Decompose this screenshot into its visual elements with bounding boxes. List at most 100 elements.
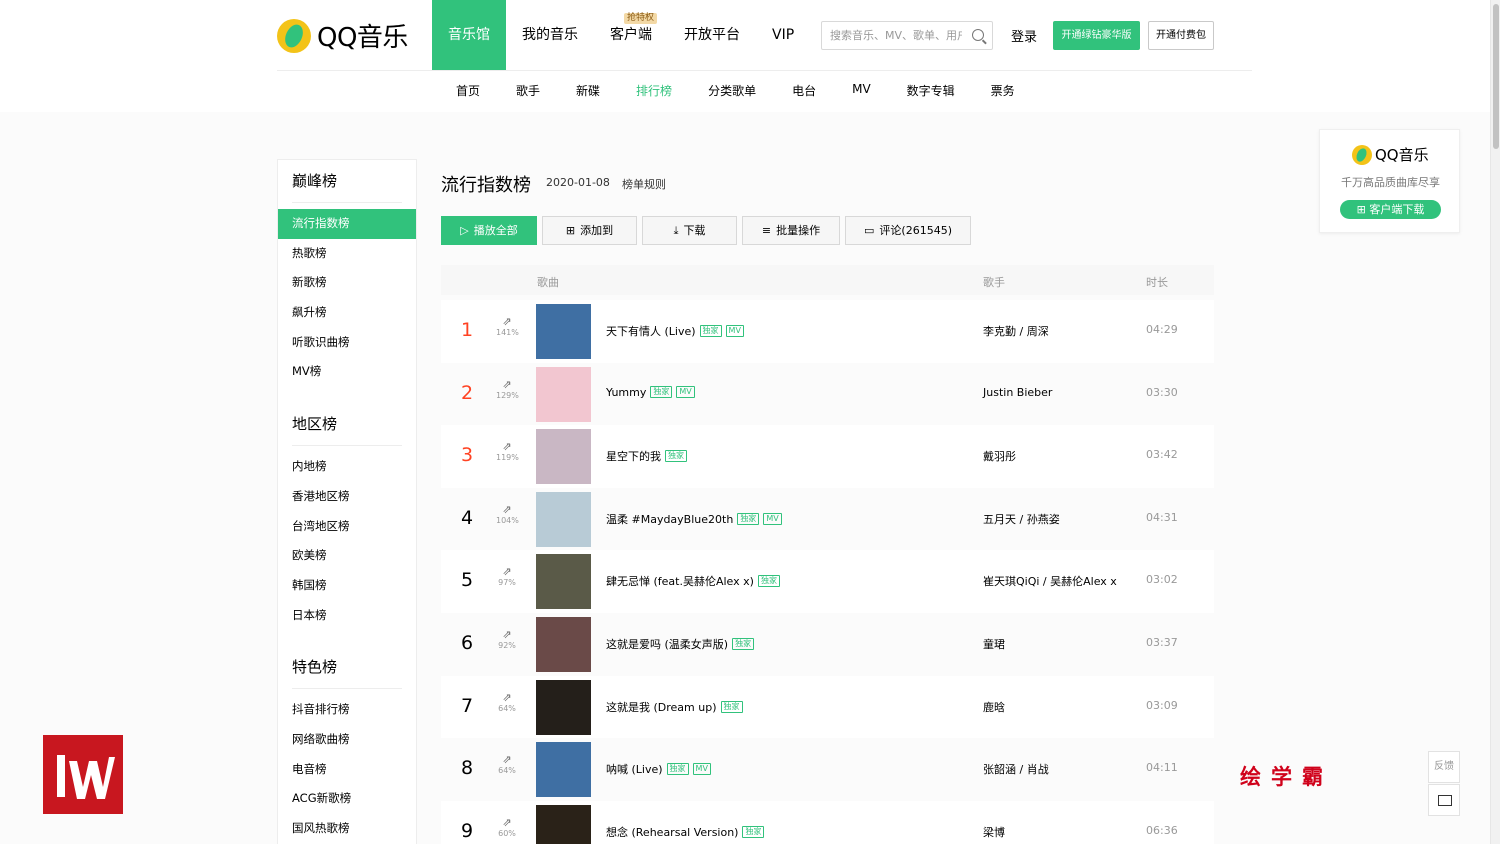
song-title[interactable]: Yummy (606, 386, 646, 399)
chart-rule-link[interactable]: 榜单规则 (622, 176, 666, 192)
song-title[interactable]: 这就是爱吗 (温柔女声版) (606, 636, 728, 652)
album-cover[interactable] (536, 742, 591, 798)
sidebar-item[interactable]: 网络歌曲榜 (278, 725, 416, 755)
song-singer[interactable]: 李克勤 / 周深 (983, 323, 1049, 339)
trend-up-icon: ⇗ (502, 690, 512, 704)
comment-button[interactable]: ▭ 评论(261545) (845, 216, 971, 245)
album-cover[interactable] (536, 366, 591, 422)
login-link[interactable]: 登录 (1011, 26, 1037, 45)
pay-button[interactable]: 开通付费包 (1148, 21, 1214, 50)
song-row[interactable]: 9 ⇗ 60% 想念 (Rehearsal Version) 独家 梁博 06:3… (441, 800, 1214, 844)
sidebar-item[interactable]: 韩国榜 (278, 571, 416, 601)
nav-my-music[interactable]: 我的音乐 (506, 0, 594, 70)
song-singer[interactable]: Justin Bieber (983, 386, 1052, 399)
sidebar-item[interactable]: 电音榜 (278, 755, 416, 785)
subnav-radio[interactable]: 电台 (774, 82, 834, 99)
song-title[interactable]: 天下有情人 (Live) (606, 323, 696, 339)
song-row[interactable]: 6 ⇗ 92% 这就是爱吗 (温柔女声版) 独家 童珺 03:37 (441, 612, 1214, 676)
sidebar-item[interactable]: 抖音排行榜 (278, 695, 416, 725)
song-row[interactable]: 2 ⇗ 129% Yummy 独家 MV Justin Bieber 03:30 (441, 362, 1214, 426)
download-button[interactable]: ⤓ 下载 (642, 216, 737, 245)
song-title[interactable]: 肆无忌惮 (feat.吴赫伦Alex x) (606, 573, 754, 589)
vip-button[interactable]: 开通绿钻豪华版 (1053, 21, 1140, 50)
song-row[interactable]: 7 ⇗ 64% 这就是我 (Dream up) 独家 鹿晗 03:09 (441, 675, 1214, 739)
subnav-tickets[interactable]: 票务 (973, 82, 1033, 99)
song-title[interactable]: 温柔 #MaydayBlue20th (606, 511, 733, 527)
album-cover[interactable] (536, 491, 591, 547)
nav-music-hall[interactable]: 音乐馆 (432, 0, 506, 70)
subnav-singer[interactable]: 歌手 (498, 82, 558, 99)
subnav-playlists[interactable]: 分类歌单 (690, 82, 774, 99)
scrollbar-thumb[interactable] (1493, 4, 1499, 149)
sidebar-group-title: 地区榜 (292, 415, 338, 434)
song-tag: 独家 (742, 825, 765, 838)
sidebar-item[interactable]: 台湾地区榜 (278, 512, 416, 542)
song-singer[interactable]: 鹿晗 (983, 699, 1005, 715)
client-download-label: 客户端下载 (1369, 203, 1425, 216)
sidebar-item[interactable]: 新歌榜 (278, 268, 416, 298)
song-singer[interactable]: 童珺 (983, 636, 1005, 652)
search-icon[interactable] (972, 29, 984, 41)
song-title[interactable]: 这就是我 (Dream up) (606, 699, 717, 715)
column-singer: 歌手 (983, 276, 1005, 289)
album-cover[interactable] (536, 429, 591, 485)
add-to-button[interactable]: ⊞ 添加到 (542, 216, 637, 245)
comment-label: 评论(261545) (879, 224, 952, 237)
song-row[interactable]: 5 ⇗ 97% 肆无忌惮 (feat.吴赫伦Alex x) 独家 崔天琪QiQi … (441, 550, 1214, 613)
ad-logo-text: QQ音乐 (1375, 146, 1429, 164)
song-duration: 03:42 (1146, 448, 1178, 462)
album-cover[interactable] (536, 616, 591, 672)
sidebar-item[interactable]: ACG新歌榜 (278, 784, 416, 814)
sidebar-item[interactable]: 内地榜 (278, 452, 416, 482)
song-title-cell: 这就是我 (Dream up) 独家 (606, 699, 743, 715)
page-scrollbar[interactable] (1490, 0, 1500, 844)
subnav-mv[interactable]: MV (834, 82, 889, 99)
subnav-home[interactable]: 首页 (438, 82, 498, 99)
qq-music-logo[interactable]: QQ音乐 (277, 17, 408, 54)
album-cover[interactable] (536, 304, 591, 359)
sidebar-item[interactable]: 欧美榜 (278, 541, 416, 571)
sidebar-item[interactable]: 飙升榜 (278, 298, 416, 328)
rank-number: 2 (460, 381, 474, 404)
subnav-new-album[interactable]: 新碟 (558, 82, 618, 99)
subnav-charts[interactable]: 排行榜 (618, 82, 690, 99)
song-title[interactable]: 呐喊 (Live) (606, 761, 663, 777)
song-singer[interactable]: 戴羽彤 (983, 448, 1016, 464)
screen-icon[interactable] (1428, 784, 1460, 816)
album-cover[interactable] (536, 554, 591, 610)
feedback-button[interactable]: 反馈 (1428, 751, 1460, 783)
song-row[interactable]: 4 ⇗ 104% 温柔 #MaydayBlue20th 独家 MV 五月天 / 孙燕… (441, 487, 1214, 551)
nav-client[interactable]: 客户端 抢特权 (594, 0, 668, 70)
subnav-digital-album[interactable]: 数字专辑 (889, 82, 973, 99)
batch-label: 批量操作 (776, 224, 821, 237)
sidebar-item[interactable]: 香港地区榜 (278, 482, 416, 512)
nav-open-platform[interactable]: 开放平台 (668, 0, 756, 70)
sidebar-item[interactable]: MV榜 (278, 357, 416, 387)
sidebar-item[interactable]: 听歌识曲榜 (278, 328, 416, 358)
rank-trend: ⇗ 141% (496, 316, 519, 338)
play-all-button[interactable]: ▷ 播放全部 (441, 216, 537, 245)
download-label: 下载 (683, 224, 706, 237)
client-download-button[interactable]: ⊞ 客户端下载 (1340, 200, 1441, 219)
sidebar-item[interactable]: 日本榜 (278, 601, 416, 631)
song-singer[interactable]: 五月天 / 孙燕姿 (983, 511, 1060, 527)
song-singer[interactable]: 崔天琪QiQi / 吴赫伦Alex x (983, 573, 1117, 589)
song-singer[interactable]: 张韶涵 / 肖战 (983, 761, 1049, 777)
sidebar-item[interactable]: 国风热歌榜 (278, 814, 416, 844)
song-row[interactable]: 3 ⇗ 119% 星空下的我 独家 戴羽彤 03:42 (441, 425, 1214, 488)
song-singer[interactable]: 梁博 (983, 824, 1005, 840)
rank-number: 9 (460, 819, 474, 842)
song-title[interactable]: 星空下的我 (606, 448, 661, 464)
batch-button[interactable]: ≡ 批量操作 (742, 216, 840, 245)
album-cover[interactable] (536, 679, 591, 735)
song-row[interactable]: 1 ⇗ 141% 天下有情人 (Live) 独家 MV 李克勤 / 周深 04:29 (441, 300, 1214, 363)
nav-vip[interactable]: VIP (756, 0, 810, 70)
song-title[interactable]: 想念 (Rehearsal Version) (606, 824, 738, 840)
song-duration: 03:02 (1146, 573, 1178, 587)
album-cover[interactable] (536, 804, 591, 844)
sidebar-item[interactable]: 流行指数榜 (278, 209, 416, 239)
song-row[interactable]: 8 ⇗ 64% 呐喊 (Live) 独家 MV 张韶涵 / 肖战 04:11 (441, 738, 1214, 801)
song-duration: 03:30 (1146, 385, 1178, 399)
sidebar-item[interactable]: 热歌榜 (278, 239, 416, 269)
search-input[interactable] (822, 22, 962, 49)
